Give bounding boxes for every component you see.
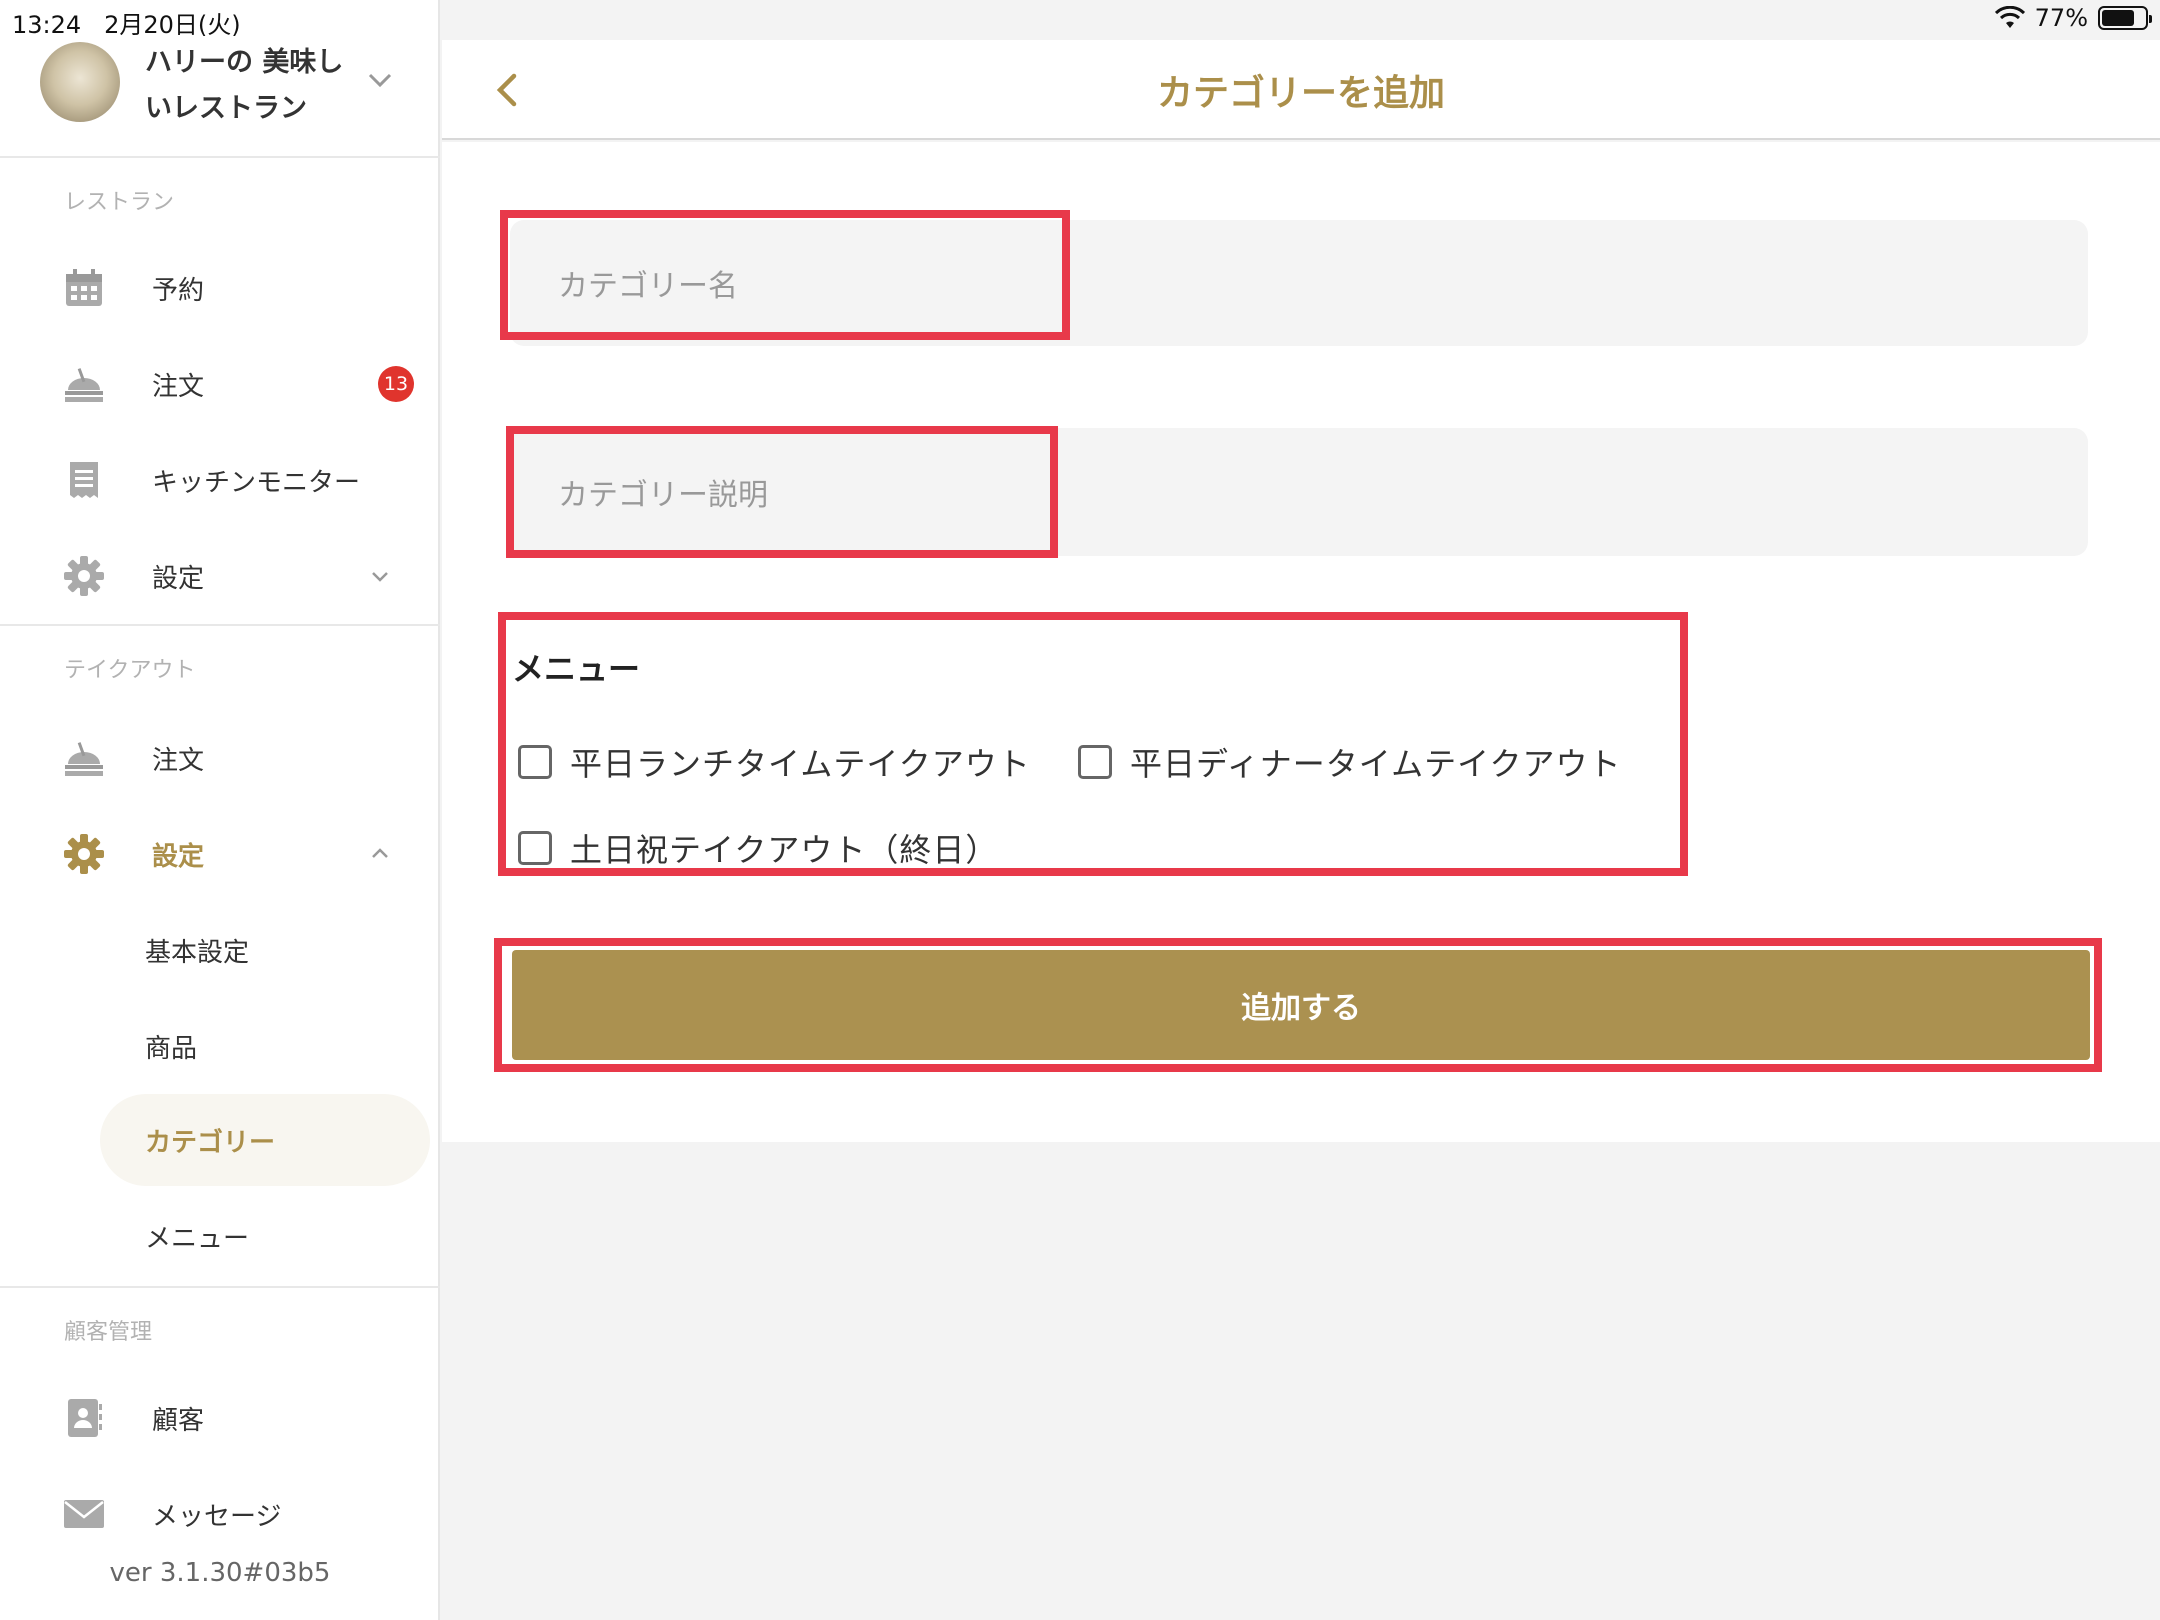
checkbox-label: 平日ディナータイムテイクアウト xyxy=(1130,745,1622,783)
chevron-up-icon[interactable] xyxy=(366,840,394,868)
avatar xyxy=(40,42,120,122)
battery-percent: 77% xyxy=(2034,4,2088,32)
app-version: ver 3.1.30#03b5 xyxy=(109,1558,331,1588)
sidebar-item-customers[interactable]: 顧客 xyxy=(0,1378,440,1458)
sidebar-item-orders[interactable]: 注文 13 xyxy=(0,344,440,424)
sidebar-item-label: 顧客 xyxy=(152,1405,205,1436)
calendar-icon xyxy=(66,269,102,306)
menu-option-weekday-lunch[interactable]: 平日ランチタイムテイクアウト xyxy=(518,739,1031,785)
food-tray-icon xyxy=(65,368,103,402)
sidebar-item-label: 予約 xyxy=(152,275,205,306)
gear-icon xyxy=(64,556,104,596)
checkbox[interactable] xyxy=(1078,745,1112,779)
section-label-takeout: テイクアウト xyxy=(64,658,196,683)
sidebar-item-reservations[interactable]: 予約 xyxy=(0,248,440,328)
sidebar-subitem-label: 商品 xyxy=(145,1033,198,1064)
sidebar-subitem-label: 基本設定 xyxy=(145,937,250,968)
sidebar-subitem-categories[interactable]: カテゴリー xyxy=(0,1100,440,1180)
sidebar-item-takeout-orders[interactable]: 注文 xyxy=(0,718,440,798)
chevron-down-icon[interactable] xyxy=(365,65,395,95)
checkbox-label: 土日祝テイクアウト（終日） xyxy=(570,831,999,869)
section-label-restaurant: レストラン xyxy=(64,190,175,215)
gear-icon xyxy=(64,834,104,874)
sidebar-item-label: 設定 xyxy=(152,563,205,594)
sidebar: ハリーの 美味しいレストラン レストラン 予約 注文 13 キッチンモニター 設… xyxy=(0,0,440,1620)
section-label-customer-management: 顧客管理 xyxy=(64,1320,153,1345)
sidebar-item-messages[interactable]: メッセージ xyxy=(0,1474,440,1554)
checkbox[interactable] xyxy=(518,745,552,779)
sidebar-subitem-label: カテゴリー xyxy=(145,1127,276,1158)
chevron-down-icon[interactable] xyxy=(366,562,394,590)
page-header: カテゴリーを追加 xyxy=(442,40,2160,140)
sidebar-item-label: メッセージ xyxy=(152,1501,282,1532)
category-description-input[interactable]: カテゴリー説明 xyxy=(510,428,2088,556)
sidebar-item-takeout-settings[interactable]: 設定 xyxy=(0,814,440,894)
receipt-icon xyxy=(70,462,98,498)
status-time: 13:24 2月20日(火) xyxy=(12,11,241,39)
page-title: カテゴリーを追加 xyxy=(1156,73,1445,114)
contact-card-icon xyxy=(68,1399,102,1437)
restaurant-name: ハリーの 美味しいレストラン xyxy=(145,47,344,124)
sidebar-item-restaurant-settings[interactable]: 設定 xyxy=(0,536,440,616)
checkbox[interactable] xyxy=(518,831,552,865)
sidebar-subitem-menus[interactable]: メニュー xyxy=(0,1196,440,1276)
food-tray-icon xyxy=(65,742,103,776)
sidebar-subitem-products[interactable]: 商品 xyxy=(0,1006,440,1086)
battery-icon xyxy=(2098,6,2152,30)
checkbox-label: 平日ランチタイムテイクアウト xyxy=(570,745,1031,783)
wifi-icon xyxy=(1994,6,2025,28)
sidebar-divider xyxy=(0,624,440,626)
menu-heading: メニュー xyxy=(512,650,641,688)
status-date: 2月20日(火) xyxy=(104,11,241,39)
status-right: 77% xyxy=(1994,4,2152,32)
status-bar: 13:24 2月20日(火) 77% xyxy=(0,0,2160,40)
envelope-icon xyxy=(64,1500,104,1528)
category-name-input[interactable]: カテゴリー名 xyxy=(510,220,2088,346)
sidebar-item-label: 設定 xyxy=(152,841,205,872)
sidebar-item-label: 注文 xyxy=(152,745,205,776)
input-placeholder: カテゴリー説明 xyxy=(558,478,768,513)
sidebar-item-label: キッチンモニター xyxy=(152,467,361,498)
sidebar-subitem-basic-settings[interactable]: 基本設定 xyxy=(0,910,440,990)
sidebar-item-label: 注文 xyxy=(152,371,205,402)
input-placeholder: カテゴリー名 xyxy=(558,269,738,304)
restaurant-switcher[interactable]: ハリーの 美味しいレストラン xyxy=(0,30,440,158)
sidebar-subitem-label: メニュー xyxy=(145,1223,250,1254)
sidebar-divider xyxy=(0,1286,440,1288)
add-category-button[interactable]: 追加する xyxy=(512,950,2090,1060)
menu-option-weekend-allday[interactable]: 土日祝テイクアウト（終日） xyxy=(518,825,998,871)
notification-badge: 13 xyxy=(378,366,414,402)
menu-option-weekday-dinner[interactable]: 平日ディナータイムテイクアウト xyxy=(1078,739,1621,785)
sidebar-item-kitchen-monitor[interactable]: キッチンモニター xyxy=(0,440,440,520)
